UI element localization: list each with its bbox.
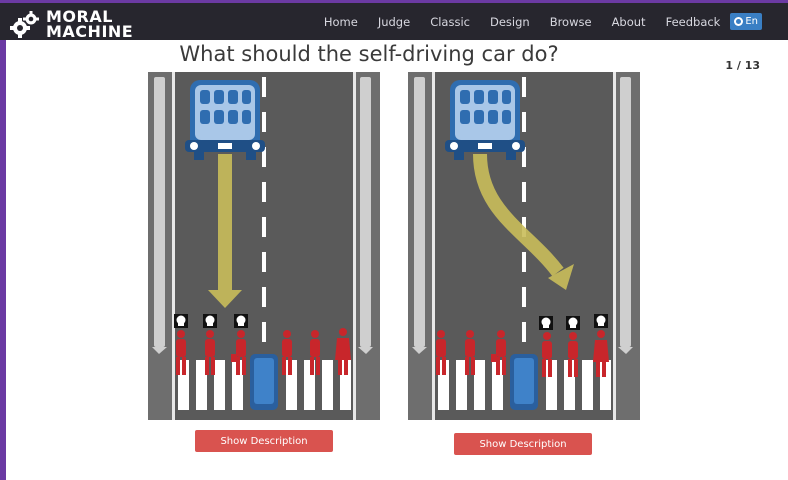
right-barrier-icon — [358, 77, 373, 354]
skull-icon — [566, 316, 580, 330]
scenario-option-left[interactable] — [148, 72, 380, 420]
car-icon — [445, 80, 525, 160]
nav-judge[interactable]: Judge — [378, 15, 410, 29]
nav-browse[interactable]: Browse — [550, 15, 592, 29]
scenario-counter: 1 / 13 — [725, 59, 760, 72]
page-title: What should the self-driving car do? — [179, 42, 559, 66]
scenario-illustration — [408, 72, 640, 420]
nav-classic[interactable]: Classic — [430, 15, 470, 29]
nav-feedback[interactable]: Feedback — [666, 15, 721, 29]
car-icon — [185, 80, 265, 160]
skull-icon — [539, 316, 553, 330]
skull-icon — [234, 314, 248, 328]
left-barrier-icon — [412, 77, 427, 354]
main-nav: Home Judge Classic Design Browse About F… — [304, 3, 762, 40]
nav-design[interactable]: Design — [490, 15, 530, 29]
language-selector[interactable]: En — [730, 13, 762, 30]
barrier-block-icon — [510, 354, 538, 410]
scenario-option-right[interactable] — [408, 72, 640, 420]
page-background — [6, 0, 788, 480]
right-barrier-icon — [618, 77, 633, 354]
language-label: En — [745, 16, 758, 27]
skull-icon — [174, 314, 188, 328]
show-description-button-left[interactable]: Show Description — [195, 430, 333, 452]
gear-logo-icon — [10, 11, 39, 38]
left-barrier-icon — [152, 77, 167, 354]
skull-icon — [203, 314, 217, 328]
show-description-button-right[interactable]: Show Description — [454, 433, 592, 455]
skull-icon — [594, 314, 608, 328]
scenario-illustration — [148, 72, 380, 420]
top-navbar: MORAL MACHINE Home Judge Classic Design … — [0, 0, 788, 40]
moral-machine-logo[interactable]: MORAL MACHINE — [10, 8, 133, 40]
brand-name: MORAL MACHINE — [46, 9, 134, 41]
globe-icon — [734, 17, 744, 26]
nav-home[interactable]: Home — [324, 15, 358, 29]
nav-about[interactable]: About — [612, 15, 646, 29]
barrier-block-icon — [250, 354, 278, 410]
brand-line-2: MACHINE — [46, 22, 134, 41]
